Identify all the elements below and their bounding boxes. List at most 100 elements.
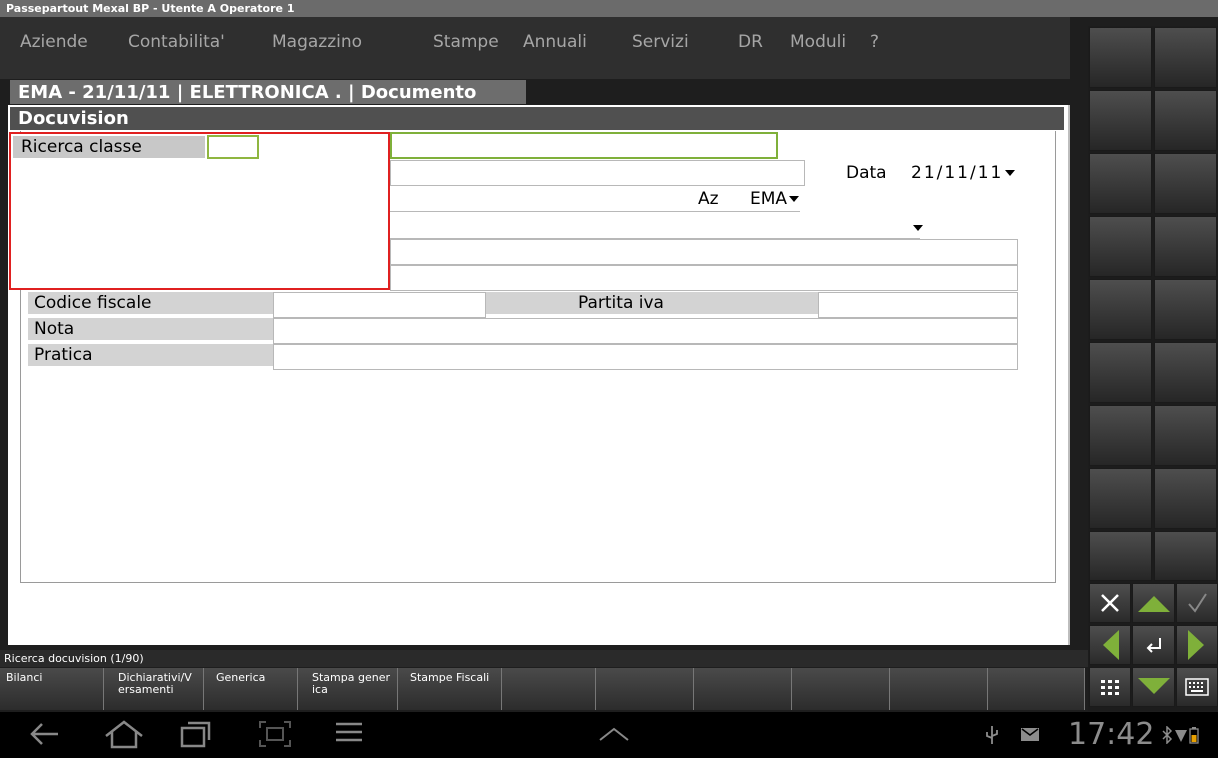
pratica-label: Pratica [28,344,273,366]
home-button[interactable] [104,720,144,750]
enter-button[interactable] [1132,625,1175,665]
menu-contabilita[interactable]: Contabilita' [128,32,225,52]
fkey-empty-5[interactable] [890,668,988,710]
fkey-generica[interactable]: Generica [204,668,298,710]
keypad-button[interactable] [1089,216,1152,277]
clock: 17:42 [1068,717,1155,752]
window-tab[interactable]: EMA - 21/11/11 | ELETTRONICA . | Documen… [10,80,526,104]
arrow-up-button[interactable] [1132,583,1175,623]
az-select[interactable]: EMA [750,188,800,210]
fkey-empty-4[interactable] [792,668,890,710]
menu-moduli[interactable]: Moduli [790,32,846,52]
cancel-button[interactable] [1089,583,1131,623]
class-description-field[interactable] [390,132,778,159]
data-value: 21/11/11 [911,163,1004,183]
keypad-button[interactable] [1154,153,1217,214]
menu-servizi[interactable]: Servizi [632,32,689,52]
back-button[interactable] [28,720,62,748]
chevron-down-icon [789,196,800,202]
fkey-stampe-fiscali[interactable]: Stampe Fiscali [398,668,502,710]
side-keypad [1088,26,1218,711]
back-icon [30,723,58,745]
usb-status [984,724,1000,746]
arrow-left-button[interactable] [1089,625,1131,665]
keypad-button[interactable] [1154,27,1217,88]
status-icons [1160,726,1200,744]
panel-scrollbar[interactable] [1068,105,1070,645]
show-more-button[interactable] [598,726,630,742]
keypad-grid-icon [1101,680,1119,695]
fkey-dichiarativi[interactable]: Dichiarativi/V ersamenti [104,668,204,710]
window-title: Passepartout Mexal BP - Utente A Operato… [0,0,1218,17]
codice-fiscale-field[interactable] [273,292,486,318]
arrow-left-icon [1103,630,1119,660]
keypad-button[interactable] [1089,27,1152,88]
arrow-up-icon [1137,596,1170,612]
numeric-keypad-button[interactable] [1089,667,1131,707]
fkey-empty-2[interactable] [596,668,694,710]
fkey-empty-1[interactable] [502,668,596,710]
az-value: EMA [750,189,788,209]
menu-button[interactable] [334,720,364,744]
document-field-1[interactable] [390,160,805,186]
keypad-button[interactable] [1154,342,1217,403]
menu-help[interactable]: ? [870,32,879,52]
function-key-bar: Bilanci Dichiarativi/V ersamenti Generic… [0,668,1085,710]
fkey-stampa-generica[interactable]: Stampa gener ica [298,668,398,710]
mail-icon [1021,728,1039,741]
pratica-field[interactable] [273,344,1018,370]
menu-aziende[interactable]: Aziende [20,32,88,52]
fkey-empty-3[interactable] [694,668,792,710]
menu-stampe[interactable]: Stampe [433,32,499,52]
az-label: Az [698,189,719,209]
partita-iva-field[interactable] [818,292,1018,318]
fkey-empty-6[interactable] [988,668,1085,710]
ricerca-classe-popup: Ricerca classe [9,132,390,290]
keypad-button[interactable] [1154,90,1217,151]
keyboard-icon [1185,678,1209,696]
fkey-bilanci[interactable]: Bilanci [0,668,104,710]
check-icon [1188,593,1207,613]
chevron-down-icon [1005,170,1016,176]
menu-dr[interactable]: DR [738,32,763,52]
close-icon [1101,594,1119,612]
menu-annuali[interactable]: Annuali [523,32,587,52]
battery-icon [1189,727,1199,744]
menu-icon [336,722,362,742]
nota-field[interactable] [273,318,1018,344]
usb-icon [986,726,998,744]
keypad-button[interactable] [1089,342,1152,403]
confirm-button[interactable] [1176,583,1218,623]
keypad-button[interactable] [1089,153,1152,214]
wifi-icon [1175,730,1187,742]
address-field-2[interactable] [390,265,1018,291]
screenshot-icon [259,721,291,747]
keypad-button[interactable] [1154,405,1217,466]
arrow-right-button[interactable] [1176,625,1218,665]
keypad-button[interactable] [1089,468,1152,529]
keypad-button[interactable] [1154,279,1217,340]
ricerca-classe-input[interactable] [207,135,259,159]
document-field-2[interactable] [390,186,800,212]
arrow-down-button[interactable] [1132,667,1175,707]
menu-magazzino[interactable]: Magazzino [272,32,362,52]
keypad-button[interactable] [1089,531,1152,581]
keyboard-button[interactable] [1176,667,1218,707]
keypad-button[interactable] [1154,531,1217,581]
keypad-button[interactable] [1089,90,1152,151]
codice-fiscale-label: Codice fiscale [28,292,273,314]
keypad-button[interactable] [1089,279,1152,340]
keypad-button[interactable] [1154,468,1217,529]
screenshot-button[interactable] [258,720,292,748]
recent-apps-icon [180,721,211,748]
address-field-1[interactable] [390,239,1018,265]
system-navbar: 17:42 [0,712,1218,758]
keypad-button[interactable] [1154,216,1217,277]
panel-title: Docuvision [18,108,129,129]
home-icon [105,720,143,749]
document-select-field[interactable] [390,213,920,239]
recent-apps-button[interactable] [180,720,212,748]
keypad-button[interactable] [1089,405,1152,466]
data-select[interactable]: 21/11/11 [911,162,1016,184]
menu-bar: Aziende Contabilita' Magazzino Stampe An… [0,17,1070,79]
